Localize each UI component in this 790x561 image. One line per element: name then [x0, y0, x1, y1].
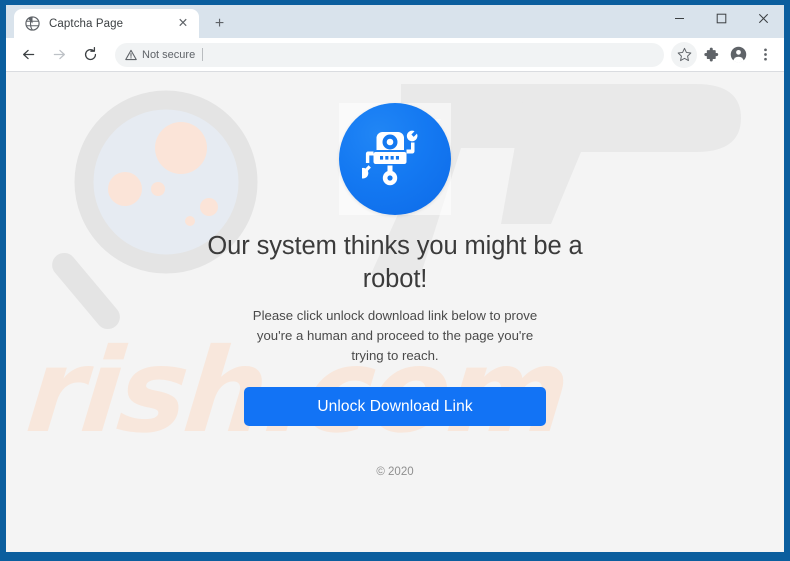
omnibox-divider [202, 48, 204, 61]
page-title: Our system thinks you might be a robot! [207, 232, 583, 293]
address-bar[interactable]: Not secure [115, 42, 664, 67]
page-description: Please click unlock download link below … [252, 308, 538, 364]
forward-icon [45, 41, 73, 69]
minimize-button[interactable] [658, 5, 700, 32]
back-icon[interactable] [14, 41, 42, 69]
profile-avatar-icon[interactable] [725, 42, 751, 68]
new-tab-button[interactable]: + [206, 10, 233, 37]
tab-close-icon[interactable]: ✕ [175, 16, 191, 32]
copyright-text: © 2020 [376, 466, 414, 479]
globe-icon [25, 16, 40, 31]
warning-triangle-icon [125, 49, 137, 60]
browser-toolbar: Not secure [6, 38, 784, 72]
browser-window-frame: Captcha Page ✕ + Not secure Our system t… [0, 0, 790, 561]
captcha-content: Our system thinks you might be a robot! … [6, 72, 784, 552]
security-status-label: Not secure [142, 48, 196, 61]
security-status-chip[interactable]: Not secure [125, 49, 195, 61]
browser-window: Captcha Page ✕ + Not secure Our system t… [6, 5, 784, 552]
three-dot-menu-icon[interactable] [752, 42, 778, 68]
robot-badge [335, 99, 455, 219]
star-icon[interactable] [671, 41, 697, 68]
page-viewport: rish.com [6, 72, 784, 552]
browser-tab-captcha-page[interactable]: Captcha Page ✕ [14, 9, 199, 38]
tab-strip: Captcha Page ✕ + [6, 5, 784, 38]
reload-icon[interactable] [76, 41, 104, 69]
unlock-download-link-button[interactable]: Unlock Download Link [244, 387, 546, 427]
robot-with-wrench-icon [339, 103, 451, 215]
close-button[interactable] [742, 5, 784, 32]
window-controls [658, 5, 784, 38]
tab-title: Captcha Page [49, 17, 124, 30]
maximize-button[interactable] [700, 5, 742, 32]
puzzle-piece-icon[interactable] [698, 42, 724, 68]
